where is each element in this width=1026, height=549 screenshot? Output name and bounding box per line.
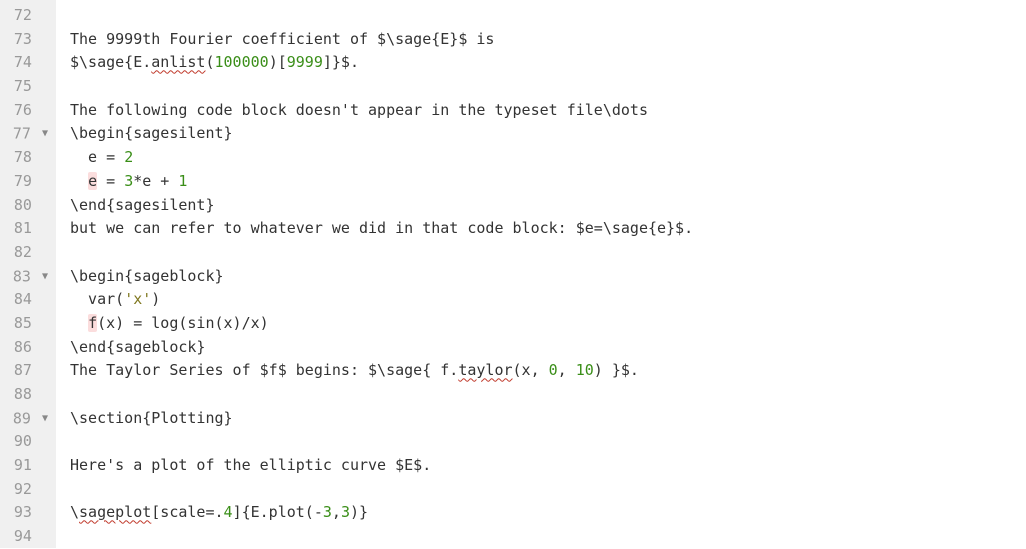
line-number: 88	[6, 383, 50, 407]
code-token: ]}$.	[323, 53, 359, 71]
code-line[interactable]: \end{sageblock}	[70, 336, 1026, 360]
line-number: 93	[6, 501, 50, 525]
line-number-gutter: 72 73 74 75 76 77 ▼78 79 80 81 82 83 ▼84…	[0, 0, 56, 548]
line-number: 78	[6, 146, 50, 170]
code-token: $\sage{E.	[70, 53, 151, 71]
code-token: (	[205, 53, 214, 71]
line-number: 79	[6, 170, 50, 194]
fold-marker-icon[interactable]: ▼	[40, 265, 50, 289]
code-line[interactable]: \sageplot[scale=.4]{E.plot(-3,3)}	[70, 501, 1026, 525]
code-token: 3	[323, 503, 332, 521]
code-line[interactable]: Here's a plot of the elliptic curve $E$.	[70, 454, 1026, 478]
code-token: taylor	[458, 361, 512, 379]
code-line[interactable]	[70, 4, 1026, 28]
fold-marker-icon[interactable]: ▼	[40, 122, 50, 146]
code-token: anlist	[151, 53, 205, 71]
code-token: 10	[576, 361, 594, 379]
code-token: sageplot	[79, 503, 151, 521]
code-token: 'x'	[124, 290, 151, 308]
line-number: 85	[6, 312, 50, 336]
line-number: 75	[6, 75, 50, 99]
line-number: 74	[6, 51, 50, 75]
code-token: The Taylor Series of $f$ begins: $\sage{…	[70, 361, 458, 379]
line-number: 83 ▼	[6, 265, 50, 289]
code-line[interactable]: \begin{sageblock}	[70, 265, 1026, 289]
code-token: *e +	[133, 172, 178, 190]
line-number: 80	[6, 194, 50, 218]
code-token: 3	[341, 503, 350, 521]
code-line[interactable]: The Taylor Series of $f$ begins: $\sage{…	[70, 359, 1026, 383]
code-editor-area[interactable]: The 9999th Fourier coefficient of $\sage…	[56, 0, 1026, 548]
code-token: e	[88, 172, 97, 190]
line-number: 81	[6, 217, 50, 241]
code-token: ,	[332, 503, 341, 521]
code-token: ,	[558, 361, 576, 379]
line-number: 90	[6, 430, 50, 454]
code-token: \begin{sagesilent}	[70, 124, 233, 142]
code-line[interactable]: f(x) = log(sin(x)/x)	[70, 312, 1026, 336]
code-token: )	[151, 290, 160, 308]
line-number: 72	[6, 4, 50, 28]
code-token	[70, 172, 88, 190]
code-token: [scale=.	[151, 503, 223, 521]
code-token: (x) = log(sin(x)/x)	[97, 314, 269, 332]
code-line[interactable]: $\sage{E.anlist(100000)[9999]}$.	[70, 51, 1026, 75]
line-number: 82	[6, 241, 50, 265]
code-token: 100000	[215, 53, 269, 71]
code-token: )[	[269, 53, 287, 71]
code-token: \end{sagesilent}	[70, 196, 215, 214]
code-token: 0	[549, 361, 558, 379]
line-number: 77 ▼	[6, 122, 50, 146]
code-token: \	[70, 503, 79, 521]
code-line[interactable]	[70, 75, 1026, 99]
code-line[interactable]	[70, 430, 1026, 454]
code-line[interactable]: \begin{sagesilent}	[70, 122, 1026, 146]
code-token: var(	[70, 290, 124, 308]
code-token: The following code block doesn't appear …	[70, 101, 648, 119]
line-number: 86	[6, 336, 50, 360]
line-number: 73	[6, 28, 50, 52]
code-line[interactable]: \section{Plotting}	[70, 407, 1026, 431]
code-token: 1	[178, 172, 187, 190]
line-number: 94	[6, 525, 50, 549]
code-token: 3	[124, 172, 133, 190]
code-line[interactable]: The 9999th Fourier coefficient of $\sage…	[70, 28, 1026, 52]
code-line[interactable]	[70, 525, 1026, 549]
line-number: 87	[6, 359, 50, 383]
code-token: \begin{sageblock}	[70, 267, 224, 285]
line-number: 89 ▼	[6, 407, 50, 431]
code-token: \section{Plotting}	[70, 409, 233, 427]
line-number: 91	[6, 454, 50, 478]
fold-marker-icon[interactable]: ▼	[40, 407, 50, 431]
code-token: (x,	[513, 361, 549, 379]
code-line[interactable]: e = 2	[70, 146, 1026, 170]
code-token: )}	[350, 503, 368, 521]
code-line[interactable]	[70, 383, 1026, 407]
code-line[interactable]	[70, 241, 1026, 265]
line-number: 84	[6, 288, 50, 312]
code-token: \end{sageblock}	[70, 338, 205, 356]
code-line[interactable]	[70, 478, 1026, 502]
code-token: e =	[70, 148, 124, 166]
code-token: ]{E.plot(-	[233, 503, 323, 521]
code-token: =	[97, 172, 124, 190]
code-line[interactable]: The following code block doesn't appear …	[70, 99, 1026, 123]
line-number: 76	[6, 99, 50, 123]
code-token	[70, 314, 88, 332]
code-token: f	[88, 314, 97, 332]
code-line[interactable]: e = 3*e + 1	[70, 170, 1026, 194]
code-line[interactable]: but we can refer to whatever we did in t…	[70, 217, 1026, 241]
code-token: but we can refer to whatever we did in t…	[70, 219, 693, 237]
code-line[interactable]: \end{sagesilent}	[70, 194, 1026, 218]
code-token: ) }$.	[594, 361, 639, 379]
code-token: Here's a plot of the elliptic curve $E$.	[70, 456, 431, 474]
code-token: 2	[124, 148, 133, 166]
line-number: 92	[6, 478, 50, 502]
code-token: 9999	[287, 53, 323, 71]
code-token: 4	[224, 503, 233, 521]
code-line[interactable]: var('x')	[70, 288, 1026, 312]
code-token: The 9999th Fourier coefficient of $\sage…	[70, 30, 494, 48]
